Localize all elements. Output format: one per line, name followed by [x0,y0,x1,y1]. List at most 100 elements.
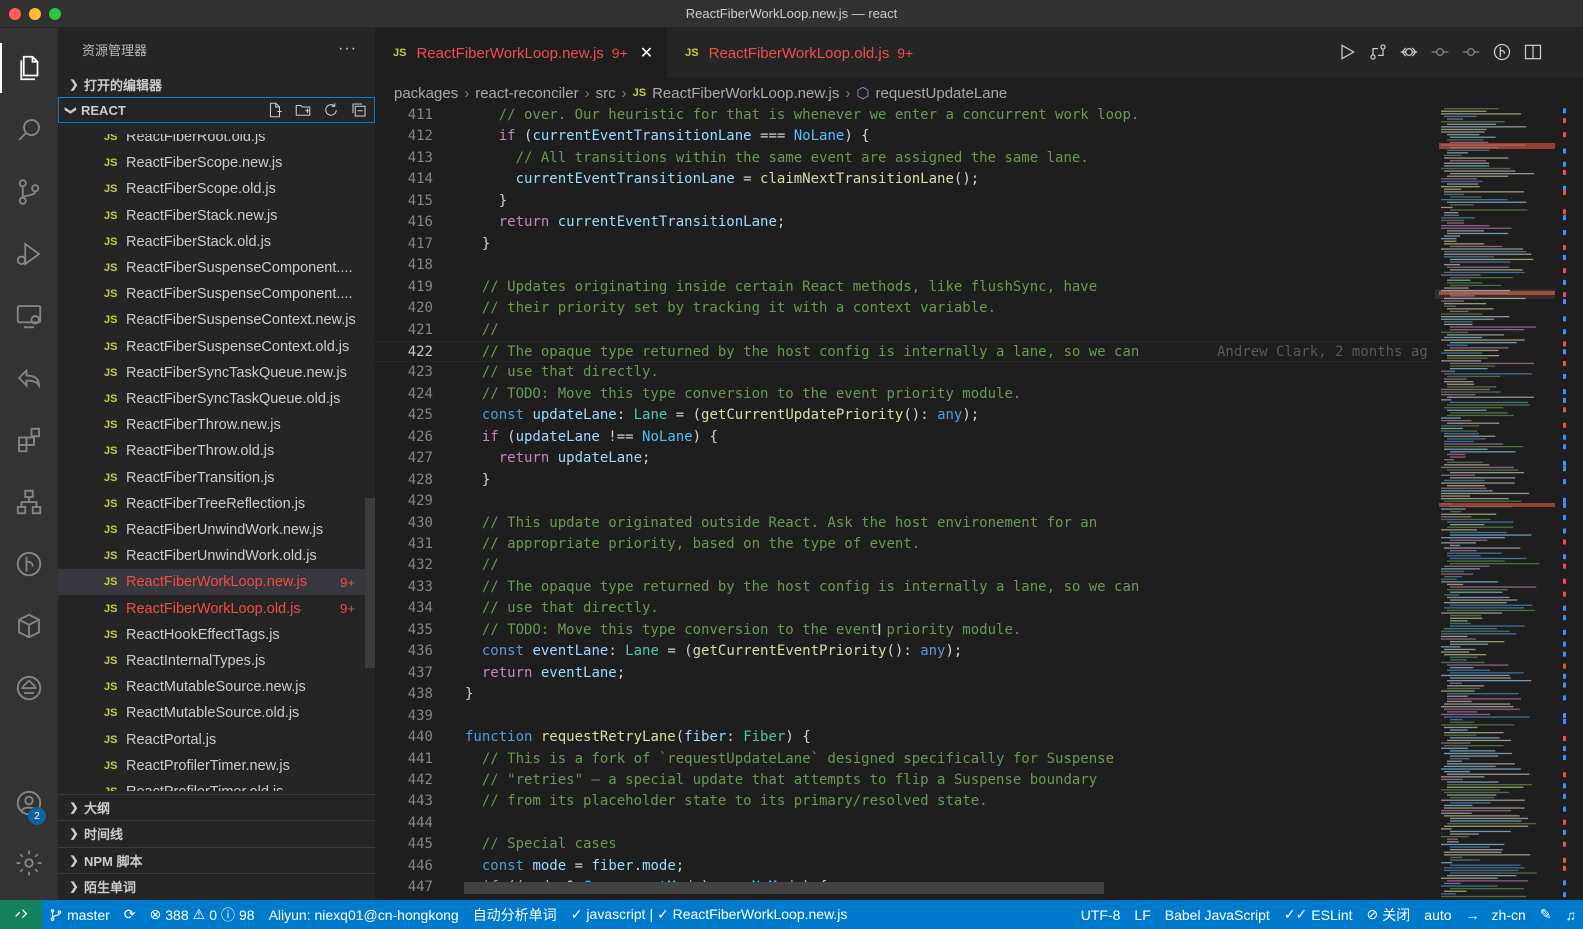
git-commit-icon[interactable] [1399,42,1419,62]
code-editor[interactable]: 411 // over. Our heuristic for that is w… [375,106,1435,900]
file-tree-item[interactable]: JS ReactFiberWorkLoop.old.js 9+ [58,596,375,622]
editor-horizontal-scrollbar[interactable] [464,882,1104,894]
file-tree-item[interactable]: JS ReactFiberStack.old.js [58,229,375,255]
file-tree-item[interactable]: JS ReactFiberSuspenseComponent.... [58,255,375,281]
locale-item[interactable]: → zh-cn [1459,907,1533,923]
file-tree-item[interactable]: JS ReactHookEffectTags.js [58,622,375,648]
code-line[interactable]: 431 // appropriate priority, based on th… [375,534,1435,556]
code-line[interactable]: 414 currentEventTransitionLane = claimNe… [375,169,1435,191]
breadcrumb-item[interactable]: src [596,85,616,102]
sidebar-section[interactable]: ❯ 时间线 [58,820,375,846]
extensions-activity[interactable] [0,415,58,465]
sidebar-section[interactable]: ❯ NPM 脚本 [58,846,375,873]
feedback-item[interactable]: ✎ [1533,906,1559,923]
sidebar-section[interactable]: ❯ 大纲 [58,794,375,820]
file-tree-item[interactable]: JSReactProfilerTimer.old.js [58,779,375,791]
notifications-item[interactable]: ♫ [1559,907,1583,923]
code-line[interactable]: 441 // This is a fork of `requestUpdateL… [375,749,1435,771]
code-line[interactable]: 436 const eventLane: Lane = (getCurrentE… [375,641,1435,663]
cloud-activity[interactable] [0,663,58,713]
branch-item[interactable]: master [42,907,117,923]
code-line[interactable]: 421 // [375,320,1435,342]
open-editors-section[interactable]: ❯ 打开的编辑器 [58,71,375,97]
new-file-icon[interactable] [266,101,284,119]
next-revision-icon[interactable] [1461,42,1481,62]
split-editor-icon[interactable] [1523,42,1543,62]
accounts-activity[interactable]: 2 [0,778,58,828]
code-line[interactable]: 411 // over. Our heuristic for that is w… [375,106,1435,127]
file-tree-item[interactable]: JS ReactFiberTreeReflection.js [58,491,375,517]
flow-activity[interactable] [0,477,58,527]
breadcrumb-item[interactable]: ReactFiberWorkLoop.new.js [652,85,839,102]
code-line[interactable]: 443 // from its placeholder state to its… [375,791,1435,813]
file-tree-item[interactable]: JS ReactProfilerTimer.new.js [58,753,375,779]
gitlens-blame-icon[interactable] [1492,42,1512,62]
run-debug-activity[interactable] [0,229,58,279]
code-line[interactable]: 425 const updateLane: Lane = (getCurrent… [375,405,1435,427]
code-line[interactable]: 416 return currentEventTransitionLane; [375,212,1435,234]
problems-item[interactable]: ⊗ 388 ⚠ 0 ⓘ 98 [143,905,262,925]
code-line[interactable]: 430 // This update originated outside Re… [375,513,1435,535]
code-line[interactable]: 415 } [375,191,1435,213]
code-line[interactable]: 440 function requestRetryLane(fiber: Fibe… [375,727,1435,749]
auto-analysis-item[interactable]: 自动分析单词 [466,905,564,925]
eol-item[interactable]: LF [1127,907,1157,923]
minimize-window-button[interactable] [29,8,41,20]
code-line[interactable]: 437 return eventLane; [375,663,1435,685]
remote-indicator[interactable] [0,900,42,929]
file-tree-item[interactable]: JS ReactFiberThrow.old.js [58,438,375,464]
live-share-activity[interactable] [0,353,58,403]
remote-explorer-activity[interactable] [0,291,58,341]
collapse-all-icon[interactable] [350,101,368,119]
code-line[interactable]: 420 // their priority set by tracking it… [375,298,1435,320]
code-line[interactable]: 417 } [375,234,1435,256]
file-tree-item[interactable]: JS ReactInternalTypes.js [58,648,375,674]
auto-item[interactable]: auto [1417,907,1458,923]
file-tree-item[interactable]: JS ReactFiberSuspenseContext.old.js [58,334,375,360]
explorer-activity[interactable] [0,43,58,93]
file-tree-item[interactable]: JS ReactFiberSyncTaskQueue.new.js [58,360,375,386]
sidebar-section[interactable]: ❯ 陌生单词 [58,872,375,899]
code-line[interactable]: 446 const mode = fiber.mode; [375,856,1435,878]
code-line[interactable]: 434 // use that directly. [375,598,1435,620]
file-tree-item[interactable]: JS ReactFiberUnwindWork.new.js [58,517,375,543]
file-tree-item[interactable]: JS ReactFiberStack.new.js [58,203,375,229]
code-line[interactable]: 438} [375,684,1435,706]
code-line[interactable]: 422 // The opaque type returned by the h… [375,340,1435,363]
sidebar-scrollbar[interactable] [365,498,375,668]
code-line[interactable]: 429 [375,491,1435,513]
file-tree-item[interactable]: JS ReactMutableSource.old.js [58,700,375,726]
code-line[interactable]: 413 // All transitions within the same e… [375,148,1435,170]
code-line[interactable]: 427 return updateLane; [375,448,1435,470]
file-tree-item[interactable]: JS ReactFiberThrow.new.js [58,412,375,438]
code-line[interactable]: 426 if (updateLane !== NoLane) { [375,427,1435,449]
tab-workloop-old[interactable]: JS ReactFiberWorkLoop.old.js 9+ [667,28,927,78]
open-changes-icon[interactable] [1368,42,1388,62]
file-tree-item[interactable]: JS ReactFiberTransition.js [58,465,375,491]
code-line[interactable]: 442 // "retries" — a special update that… [375,770,1435,792]
file-tree-item[interactable]: JS ReactFiberScope.old.js [58,176,375,202]
encoding-item[interactable]: UTF-8 [1074,907,1128,923]
code-line[interactable]: 445 // Special cases [375,834,1435,856]
file-tree-item[interactable]: JS ReactPortal.js [58,727,375,753]
file-tree-item[interactable]: JS ReactFiberSyncTaskQueue.old.js [58,386,375,412]
refresh-icon[interactable] [322,101,340,119]
settings-activity[interactable] [0,838,58,888]
sync-item[interactable]: ⟳ [117,906,143,923]
file-tree-item[interactable]: JS ReactMutableSource.new.js [58,674,375,700]
code-line[interactable]: 419 // Updates originating inside certai… [375,277,1435,299]
code-line[interactable]: 439 [375,706,1435,728]
gitlens-activity[interactable] [0,539,58,589]
code-line[interactable]: 423 // use that directly. [375,362,1435,384]
previous-revision-icon[interactable] [1430,42,1450,62]
search-activity[interactable] [0,105,58,155]
more-actions-icon[interactable]: ··· [338,40,357,58]
file-tree-item[interactable]: JS ReactFiberScope.new.js [58,150,375,176]
tab-workloop-new[interactable]: JS ReactFiberWorkLoop.new.js 9+ ✕ [375,28,668,78]
code-line[interactable]: 435 // TODO: Move this type conversion t… [375,620,1435,642]
code-line[interactable]: 444 [375,813,1435,835]
breadcrumb-item[interactable]: packages [394,85,458,102]
run-icon[interactable] [1337,42,1357,62]
code-line[interactable]: 418 [375,255,1435,277]
code-line[interactable]: 424 // TODO: Move this type conversion t… [375,384,1435,406]
